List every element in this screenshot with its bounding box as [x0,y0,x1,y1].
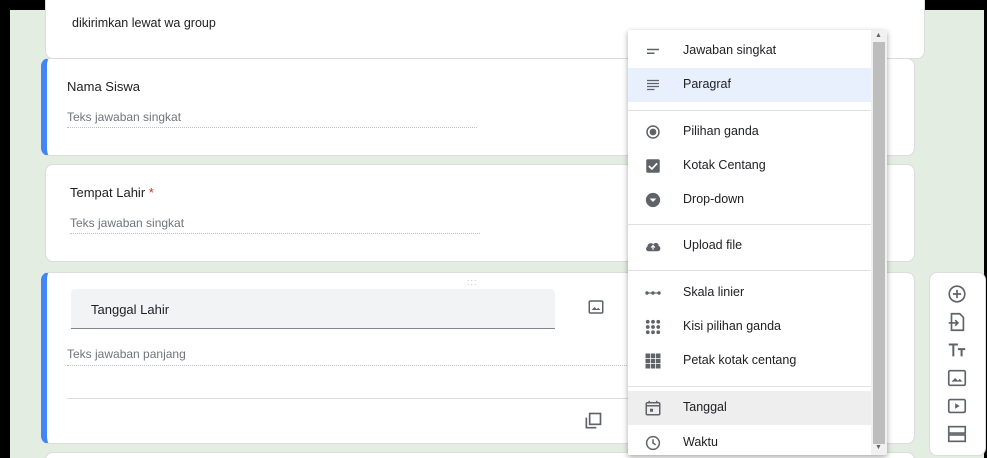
grid-checkbox-icon [645,353,661,369]
import-questions-icon [948,312,965,332]
add-video-button[interactable] [946,395,970,419]
grid-radio-icon [645,319,661,335]
menu-item-upload-file[interactable]: Upload file [628,229,871,263]
import-questions-button[interactable] [946,311,970,335]
scroll-up-icon[interactable]: ▲ [875,32,882,39]
menu-divider [628,224,871,225]
menu-item-linear-scale[interactable]: Skala linier [628,276,871,310]
menu-scrollbar[interactable]: ▲ ▼ [871,30,887,455]
add-question-icon [948,285,966,303]
question-title: Tanggal Lahir [91,302,170,317]
floating-toolbar [929,272,986,456]
answer-placeholder: Teks jawaban panjang [67,347,186,361]
menu-item-multiple-choice[interactable]: Pilihan ganda [628,115,871,149]
question-type-menu[interactable]: Jawaban singkat Paragraf Pilihan ganda K… [628,30,887,455]
menu-item-dropdown[interactable]: Drop-down [628,183,871,217]
menu-divider [628,110,871,111]
menu-item-short-answer[interactable]: Jawaban singkat [628,34,871,68]
menu-item-checkbox-grid[interactable]: Petak kotak centang [628,344,871,378]
dropdown-icon [645,192,661,208]
add-section-button[interactable] [946,423,970,447]
calendar-icon [645,400,661,416]
add-title-icon [948,343,966,357]
answer-underline [67,127,477,128]
required-asterisk: * [148,185,154,200]
answer-placeholder: Teks jawaban singkat [70,216,185,230]
answer-underline [70,233,480,234]
menu-item-time[interactable]: Waktu [628,426,871,455]
add-video-icon [947,398,967,414]
question-title-field[interactable]: Tanggal Lahir [71,289,555,329]
menu-divider [628,386,871,387]
form-description-text: dikirimkan lewat wa group [72,16,216,30]
add-title-button[interactable] [946,339,970,363]
menu-item-date[interactable]: Tanggal [628,391,871,425]
question-title: Tempat Lahir * [70,185,154,200]
card-footer-divider [67,398,637,399]
drag-handle-icon[interactable]: ::: [467,277,478,287]
answer-underline [67,365,637,366]
menu-item-grid-multiple-choice[interactable]: Kisi pilihan ganda [628,310,871,344]
linear-scale-icon [645,291,661,295]
radio-icon [646,125,660,139]
short-answer-icon [647,48,659,54]
add-image-icon [947,369,967,387]
question-title: Nama Siswa [67,79,140,94]
add-image-button[interactable] [946,367,970,391]
cloud-upload-icon [646,242,661,252]
answer-placeholder: Teks jawaban singkat [67,110,182,124]
add-image-icon[interactable] [587,298,605,316]
scroll-down-icon[interactable]: ▼ [875,444,882,451]
duplicate-icon[interactable] [583,411,603,431]
add-question-button[interactable] [946,283,970,307]
clock-icon [645,435,661,451]
add-section-icon [947,425,967,443]
menu-divider [628,270,871,271]
paragraph-icon [647,79,659,91]
scrollbar-thumb[interactable] [873,42,885,444]
menu-item-paragraph[interactable]: Paragraf [628,68,871,102]
menu-item-checkbox[interactable]: Kotak Centang [628,149,871,183]
checkbox-icon [646,159,660,173]
